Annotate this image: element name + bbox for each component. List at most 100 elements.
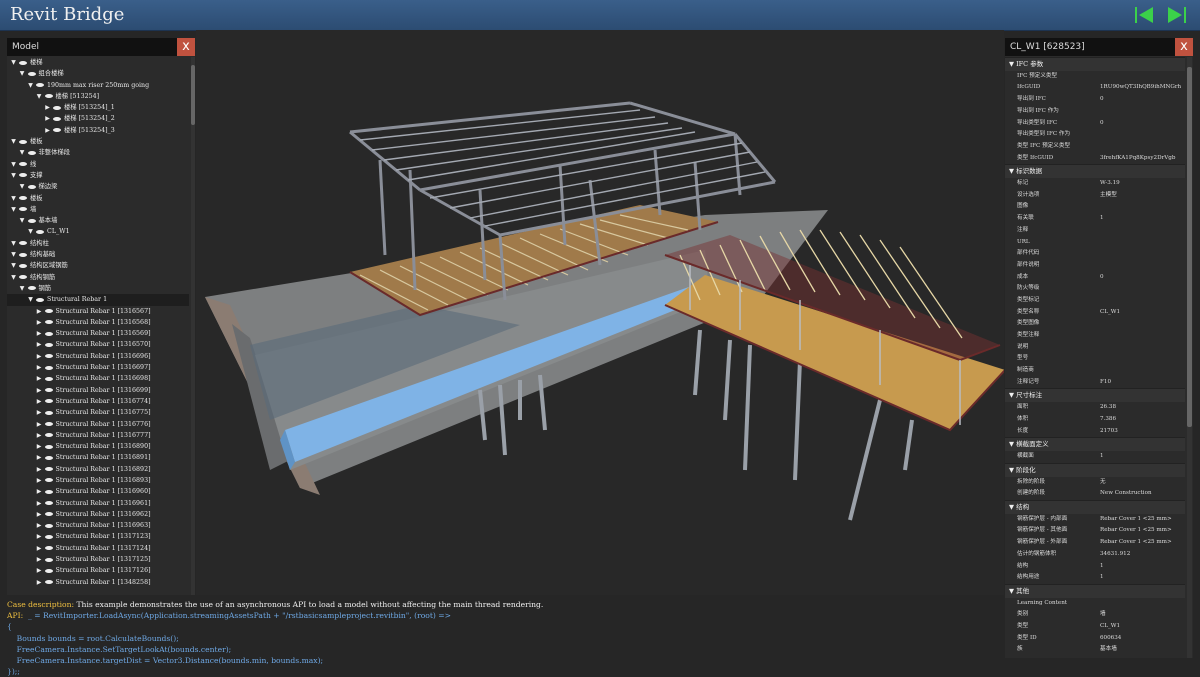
visibility-eye-icon[interactable] xyxy=(36,83,44,88)
expand-toggle-icon[interactable]: ▶ xyxy=(36,577,43,588)
expand-toggle-icon[interactable]: ▶ xyxy=(36,419,43,430)
tree-item[interactable]: ▶ 楼梯 [513254]_1 xyxy=(7,102,189,113)
tree-item[interactable]: ▶ Structural Rebar 1 [1316774] xyxy=(7,396,189,407)
tree-item[interactable]: ▼ 组合楼梯 xyxy=(7,68,189,79)
tree-item[interactable]: ▼ Structural Rebar 1 xyxy=(7,294,189,306)
expand-toggle-icon[interactable]: ▼ xyxy=(19,215,26,226)
visibility-eye-icon[interactable] xyxy=(19,60,27,65)
expand-toggle-icon[interactable]: ▶ xyxy=(36,430,43,441)
visibility-eye-icon[interactable] xyxy=(36,297,44,302)
expand-toggle-icon[interactable]: ▼ xyxy=(19,283,26,294)
tree-item[interactable]: ▶ Structural Rebar 1 [1316777] xyxy=(7,430,189,441)
tree-item[interactable]: ▶ Structural Rebar 1 [1316960] xyxy=(7,486,189,497)
model-panel-scrollbar[interactable] xyxy=(191,57,195,595)
tree-item[interactable]: ▶ Structural Rebar 1 [1316570] xyxy=(7,339,189,350)
expand-toggle-icon[interactable]: ▼ xyxy=(36,91,43,102)
expand-toggle-icon[interactable]: ▶ xyxy=(36,464,43,475)
visibility-eye-icon[interactable] xyxy=(44,354,53,359)
expand-toggle-icon[interactable]: ▶ xyxy=(36,339,43,350)
tree-item[interactable]: ▼ 非整体梯段 xyxy=(7,147,189,158)
visibility-eye-icon[interactable] xyxy=(19,252,27,257)
expand-toggle-icon[interactable]: ▶ xyxy=(44,125,51,136)
visibility-eye-icon[interactable] xyxy=(44,557,53,562)
visibility-eye-icon[interactable] xyxy=(53,128,61,133)
visibility-eye-icon[interactable] xyxy=(19,241,27,246)
visibility-eye-icon[interactable] xyxy=(44,523,53,528)
visibility-eye-icon[interactable] xyxy=(44,580,53,585)
tree-item[interactable]: ▼ 支撑 xyxy=(7,170,189,181)
property-section-header[interactable]: ▼ 其他 xyxy=(1005,583,1185,598)
tree-item[interactable]: ▶ Structural Rebar 1 [1316891] xyxy=(7,452,189,463)
expand-toggle-icon[interactable]: ▼ xyxy=(27,226,34,237)
expand-toggle-icon[interactable]: ▶ xyxy=(36,328,43,339)
tree-item[interactable]: ▶ Structural Rebar 1 [1316567] xyxy=(7,306,189,317)
expand-toggle-icon[interactable]: ▶ xyxy=(36,362,43,373)
model-panel-close-button[interactable]: x xyxy=(177,38,195,56)
expand-toggle-icon[interactable]: ▶ xyxy=(44,102,51,113)
back-button[interactable] xyxy=(1133,5,1155,25)
tree-item[interactable]: ▼ 楼梯 [513254] xyxy=(7,91,189,102)
visibility-eye-icon[interactable] xyxy=(44,376,53,381)
visibility-eye-icon[interactable] xyxy=(27,286,36,291)
expand-toggle-icon[interactable]: ▶ xyxy=(36,475,43,486)
visibility-eye-icon[interactable] xyxy=(27,218,36,223)
expand-toggle-icon[interactable]: ▼ xyxy=(10,238,17,249)
tree-item[interactable]: ▼ 结构钢筋 xyxy=(7,272,189,283)
property-list[interactable]: ▼ IFC 参数 IFC 预定义类型 IfcGUID 1RU90wQT3IhQB9ih… xyxy=(1005,57,1185,658)
visibility-eye-icon[interactable] xyxy=(44,399,53,404)
visibility-eye-icon[interactable] xyxy=(19,207,27,212)
expand-toggle-icon[interactable]: ▶ xyxy=(36,486,43,497)
model-tree[interactable]: ▼ 楼梯 ▼ 组合楼梯 ▼ 190mm max riser 250mm going ▼ 楼梯 … xyxy=(7,57,189,595)
visibility-eye-icon[interactable] xyxy=(19,162,27,167)
tree-item[interactable]: ▼ 钢筋 xyxy=(7,283,189,294)
visibility-eye-icon[interactable] xyxy=(44,512,53,517)
tree-item[interactable]: ▶ Structural Rebar 1 [1317125] xyxy=(7,554,189,565)
expand-toggle-icon[interactable]: ▶ xyxy=(36,531,43,542)
visibility-eye-icon[interactable] xyxy=(44,478,53,483)
3d-viewport[interactable] xyxy=(196,30,1004,595)
tree-item[interactable]: ▶ Structural Rebar 1 [1316892] xyxy=(7,464,189,475)
visibility-eye-icon[interactable] xyxy=(44,546,53,551)
visibility-eye-icon[interactable] xyxy=(44,342,53,347)
tree-item[interactable]: ▶ Structural Rebar 1 [1316697] xyxy=(7,362,189,373)
expand-toggle-icon[interactable]: ▶ xyxy=(36,452,43,463)
expand-toggle-icon[interactable]: ▼ xyxy=(10,272,17,283)
expand-toggle-icon[interactable]: ▶ xyxy=(36,509,43,520)
tree-item[interactable]: ▶ Structural Rebar 1 [1348258] xyxy=(7,577,189,588)
expand-toggle-icon[interactable]: ▼ xyxy=(10,170,17,181)
tree-item[interactable]: ▼ 结构区域钢筋 xyxy=(7,260,189,271)
visibility-eye-icon[interactable] xyxy=(19,275,27,280)
expand-toggle-icon[interactable]: ▼ xyxy=(19,181,26,192)
tree-item[interactable]: ▼ 楼板 xyxy=(7,136,189,147)
tree-item[interactable]: ▶ Structural Rebar 1 [1316696] xyxy=(7,351,189,362)
expand-toggle-icon[interactable]: ▶ xyxy=(36,441,43,452)
tree-item[interactable]: ▶ Structural Rebar 1 [1316699] xyxy=(7,385,189,396)
visibility-eye-icon[interactable] xyxy=(44,568,53,573)
tree-item[interactable]: ▼ 线 xyxy=(7,159,189,170)
expand-toggle-icon[interactable]: ▼ xyxy=(10,57,17,68)
tree-item[interactable]: ▶ Structural Rebar 1 [1316961] xyxy=(7,498,189,509)
visibility-eye-icon[interactable] xyxy=(44,410,53,415)
tree-item[interactable]: ▼ CL_W1 xyxy=(7,226,189,237)
expand-toggle-icon[interactable]: ▶ xyxy=(36,317,43,328)
visibility-eye-icon[interactable] xyxy=(44,94,53,99)
tree-item[interactable]: ▼ 190mm max riser 250mm going xyxy=(7,80,189,91)
tree-item[interactable]: ▶ Structural Rebar 1 [1316569] xyxy=(7,328,189,339)
expand-toggle-icon[interactable]: ▼ xyxy=(10,260,17,271)
expand-toggle-icon[interactable]: ▶ xyxy=(44,113,51,124)
expand-toggle-icon[interactable]: ▼ xyxy=(27,80,34,91)
forward-button[interactable] xyxy=(1166,5,1188,25)
visibility-eye-icon[interactable] xyxy=(44,422,53,426)
visibility-eye-icon[interactable] xyxy=(44,433,53,438)
property-section-header[interactable]: ▼ IFC 参数 xyxy=(1005,57,1185,71)
expand-toggle-icon[interactable]: ▶ xyxy=(36,498,43,509)
expand-toggle-icon[interactable]: ▶ xyxy=(36,520,43,531)
visibility-eye-icon[interactable] xyxy=(27,71,36,76)
visibility-eye-icon[interactable] xyxy=(44,444,53,449)
expand-toggle-icon[interactable]: ▼ xyxy=(19,147,26,158)
visibility-eye-icon[interactable] xyxy=(19,196,27,201)
expand-toggle-icon[interactable]: ▶ xyxy=(36,373,43,384)
expand-toggle-icon[interactable]: ▼ xyxy=(10,193,17,204)
property-section-header[interactable]: ▼ 结构 xyxy=(1005,499,1185,514)
visibility-eye-icon[interactable] xyxy=(53,105,61,110)
